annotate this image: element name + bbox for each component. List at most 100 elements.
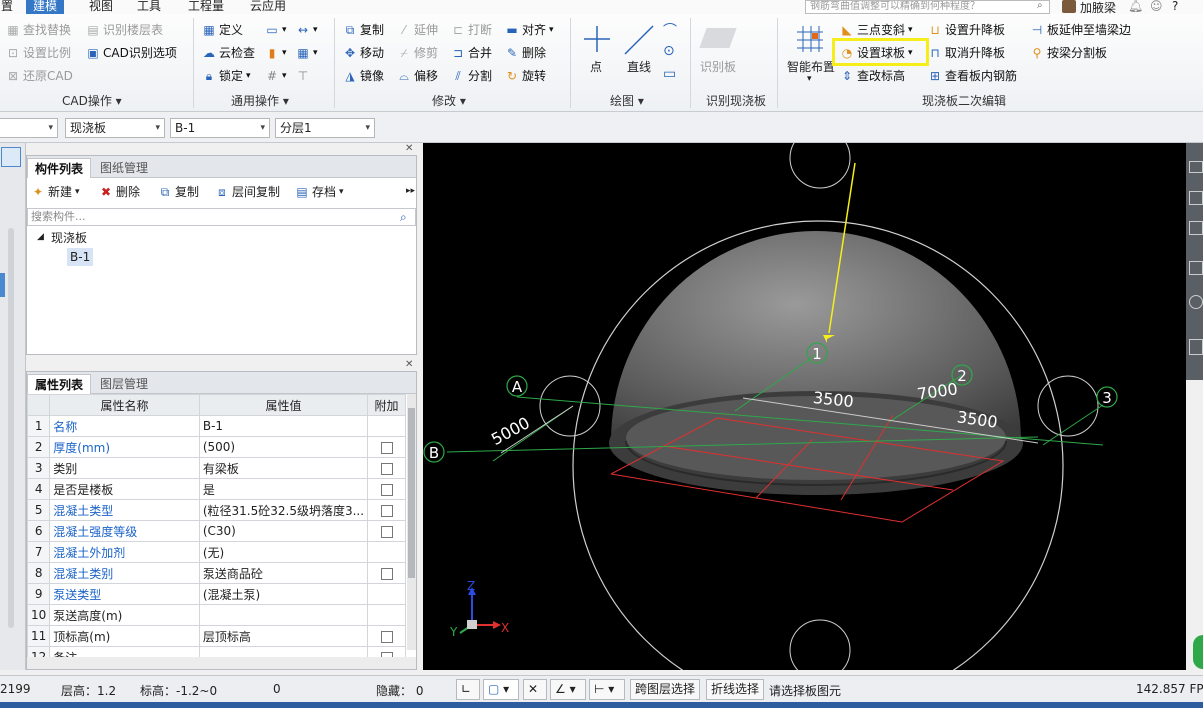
top-view-icon[interactable] (1189, 191, 1203, 205)
property-value[interactable]: (无) (198, 541, 369, 563)
green-tab[interactable] (1193, 635, 1203, 669)
new-button[interactable]: ✦ 新建 ▾ (31, 182, 80, 202)
checkbox[interactable] (380, 441, 393, 454)
extend-button[interactable]: ⁄ 延伸 (397, 20, 438, 40)
bell-icon[interactable]: 🔔︎ (1128, 0, 1143, 13)
overflow-icon[interactable]: ▸▸ (406, 186, 415, 196)
group-draw-label[interactable]: 绘图 ▾ (610, 92, 644, 109)
line-button[interactable]: 直线 (627, 58, 651, 75)
layer-select[interactable]: 分层1 (275, 118, 375, 138)
arc-icon[interactable]: ⌒ (663, 20, 677, 40)
table-row[interactable]: 5 混凝土类型 (粒径31.5砼32.5级坍落度3... (27, 499, 406, 521)
filter-button[interactable]: ⊤ (296, 66, 310, 86)
cross-layer-select-button[interactable]: 跨图层选择 (630, 679, 701, 700)
cancel-lift-button[interactable]: ⊓ 取消升降板 (928, 43, 1005, 63)
menu-tab-settings[interactable]: 置 (0, 0, 20, 14)
copy-component-button[interactable]: ⧉ 复制 (158, 182, 199, 202)
front-view-icon[interactable] (1189, 221, 1203, 235)
define-button[interactable]: ▦ 定义 (202, 20, 243, 40)
property-value[interactable] (198, 604, 369, 626)
rectangle-icon[interactable]: ▭ (663, 66, 676, 82)
set-lift-button[interactable]: ⊔ 设置升降板 (928, 20, 1005, 40)
table-row[interactable]: 9 泵送类型 (混凝土泵) (27, 583, 406, 605)
lock-button[interactable]: 🔒︎ 锁定 ▾ (202, 66, 251, 86)
menu-tab-modeling[interactable]: 建模 (26, 0, 65, 14)
floor-select[interactable] (0, 118, 58, 138)
identify-slab-button[interactable]: 识别板 (700, 58, 736, 75)
table-row[interactable]: 3 类别 有梁板 (27, 457, 406, 479)
component-type-select[interactable]: 现浇板 (65, 118, 165, 138)
table-row[interactable]: 2 厚度(mm) (500) (27, 436, 406, 458)
archive-button[interactable]: ▤ 存档 ▾ (295, 182, 343, 202)
group-modify-label[interactable]: 修改 ▾ (432, 92, 466, 109)
copy-button[interactable]: ⧉ 复制 (343, 20, 384, 40)
view-rebar-button[interactable]: ⊞ 查看板内钢筋 (928, 66, 1017, 86)
property-value[interactable]: (500) (198, 436, 369, 458)
search-icon[interactable]: ⌕ (400, 210, 407, 225)
property-value[interactable]: (混凝土泵) (198, 583, 369, 605)
group-cad-label[interactable]: CAD操作 ▾ (62, 92, 122, 109)
circle-icon[interactable]: ⊙ (663, 43, 675, 59)
table-row[interactable]: 11 顶标高(m) 层顶标高 (27, 625, 406, 647)
delete-button[interactable]: ✎ 删除 (505, 43, 546, 63)
table-row[interactable]: 10 泵送高度(m) (27, 604, 406, 626)
property-value[interactable]: 泵送商品砼 (198, 562, 369, 584)
split-button[interactable]: ⫽ 分割 (451, 66, 492, 86)
tab-drawing-management[interactable]: 图纸管理 (93, 158, 155, 178)
restore-cad-button[interactable]: ⊠ 还原CAD (6, 66, 73, 86)
grid-button[interactable]: ▦ ▾ (296, 43, 317, 63)
property-value[interactable]: 层顶标高 (198, 625, 369, 647)
identify-floor-button[interactable]: ▤ 识别楼层表 (86, 20, 163, 40)
dimension-button[interactable]: ⊢ ▾ (589, 679, 625, 700)
point-button[interactable]: 点 (590, 58, 602, 75)
tab-property-list[interactable]: 属性列表 (27, 374, 92, 394)
table-row[interactable]: 7 混凝土外加剂 (无) (27, 541, 406, 563)
menu-tab-tools[interactable]: 工具 (130, 0, 168, 14)
checkbox[interactable] (380, 525, 393, 538)
property-value[interactable]: 有梁板 (198, 457, 369, 479)
cad-options-button[interactable]: ▣ CAD识别选项 (86, 43, 177, 63)
component-search-input[interactable]: 搜索构件... (27, 208, 416, 226)
floor-copy-button[interactable]: ⧈ 层间复制 (215, 182, 280, 202)
axis-button[interactable]: # ▾ (265, 66, 287, 86)
help-search-input[interactable]: 钢筋弯曲值调整可以精确到何种程度？ (805, 0, 1050, 14)
ortho-button[interactable]: ∟ (456, 679, 480, 700)
help-icon[interactable]: ? (1172, 0, 1178, 13)
table-row[interactable]: 8 混凝土类别 泵送商品砼 (27, 562, 406, 584)
collapse-icon[interactable]: ◢ (37, 232, 44, 242)
user-avatar[interactable] (1062, 0, 1076, 13)
view-cube-icon[interactable] (1189, 161, 1203, 173)
rotate-button[interactable]: ↻ 旋转 (505, 66, 546, 86)
split-by-beam-button[interactable]: ⚲ 按梁分割板 (1030, 43, 1107, 63)
checkbox[interactable] (380, 483, 393, 496)
menu-tab-view[interactable]: 视图 (82, 0, 120, 14)
property-value[interactable]: B-1 (198, 415, 369, 437)
search-icon[interactable]: ⌕ (1037, 0, 1043, 11)
close-icon[interactable]: ✕ (405, 143, 413, 154)
group-general-label[interactable]: 通用操作 ▾ (231, 92, 289, 109)
align-button[interactable]: ▬ 对齐 ▾ (505, 20, 553, 40)
chevron-down-icon[interactable]: ▾ (807, 74, 812, 84)
property-value[interactable]: 是 (198, 478, 369, 500)
tree-root[interactable]: 现浇板 (51, 229, 87, 246)
polyline-select-button[interactable]: 折线选择 (706, 679, 765, 700)
checkbox[interactable] (380, 504, 393, 517)
move-button[interactable]: ✥ 移动 (343, 43, 384, 63)
tree-item-b1[interactable]: B-1 (67, 248, 94, 266)
trim-button[interactable]: ⌿ 修剪 (397, 43, 438, 63)
scrollbar[interactable] (8, 228, 14, 628)
menu-tab-cloud[interactable]: 云应用 (243, 0, 293, 14)
layers-icon[interactable] (1189, 339, 1203, 355)
property-value[interactable]: (C30) (198, 520, 369, 542)
merge-button[interactable]: ⊐ 合并 (451, 43, 492, 63)
close-icon[interactable]: ✕ (405, 359, 413, 370)
checkbox[interactable] (380, 462, 393, 475)
delete-component-button[interactable]: ✖ 删除 (99, 182, 140, 202)
tab-layer-management[interactable]: 图层管理 (93, 374, 155, 394)
snap-button[interactable]: ▢ ▾ (483, 679, 519, 700)
extend-to-wall-button[interactable]: ⊣ 板延伸至墙梁边 (1030, 20, 1131, 40)
tab-component-list[interactable]: 构件列表 (27, 158, 92, 178)
property-scrollbar[interactable] (407, 394, 416, 650)
column-button[interactable]: ▮ ▾ (265, 43, 287, 63)
check-elevation-button[interactable]: ⇕ 查改标高 (840, 66, 905, 86)
